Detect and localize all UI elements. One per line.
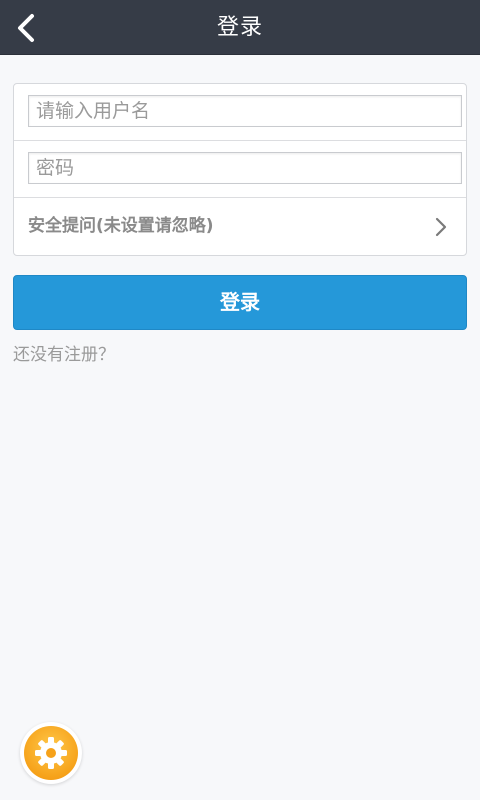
username-input[interactable] bbox=[28, 95, 462, 127]
register-link[interactable]: 还没有注册？ bbox=[13, 340, 115, 365]
login-form: 安全提问(未设置请忽略) bbox=[13, 83, 467, 256]
gear-icon bbox=[35, 737, 67, 769]
security-question-row[interactable]: 安全提问(未设置请忽略) bbox=[14, 198, 466, 255]
top-bar: 登录 bbox=[0, 0, 480, 55]
settings-floating-button[interactable] bbox=[20, 722, 82, 784]
login-button[interactable]: 登录 bbox=[13, 275, 467, 330]
chevron-right-icon bbox=[435, 217, 447, 237]
settings-button-face bbox=[24, 726, 78, 780]
chevron-left-icon bbox=[18, 13, 34, 42]
login-screen: 登录 安全提问(未设置请忽略) 登录 还没有注册？ bbox=[0, 0, 480, 800]
back-button[interactable] bbox=[0, 0, 52, 55]
username-row bbox=[14, 84, 466, 141]
security-question-label: 安全提问(未设置请忽略) bbox=[28, 216, 214, 236]
password-input[interactable] bbox=[28, 152, 462, 184]
password-row bbox=[14, 141, 466, 198]
page-title: 登录 bbox=[216, 15, 263, 40]
